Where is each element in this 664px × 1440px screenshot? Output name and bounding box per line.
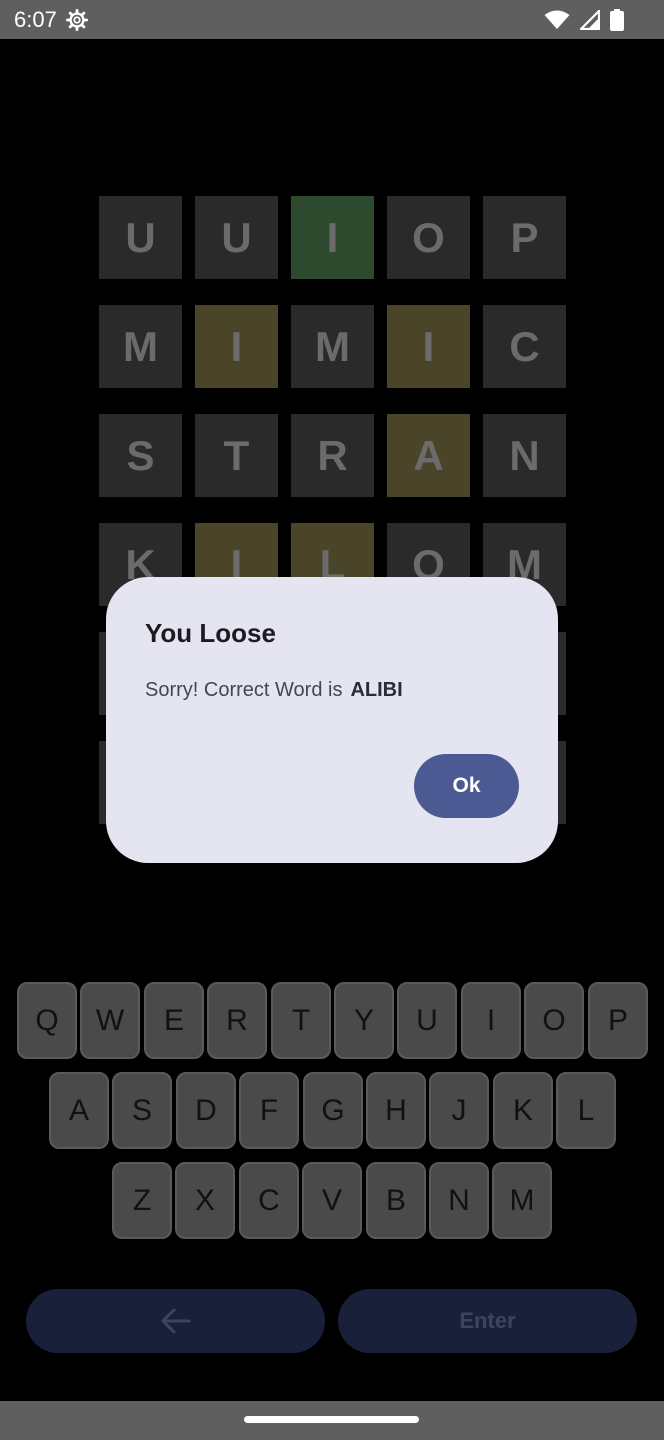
- letter-tile: R: [291, 414, 374, 497]
- key-a[interactable]: A: [49, 1072, 109, 1149]
- letter-tile: C: [483, 305, 566, 388]
- key-u[interactable]: U: [397, 982, 457, 1059]
- key-q[interactable]: Q: [17, 982, 77, 1059]
- letter-tile: M: [291, 305, 374, 388]
- correct-word: ALIBI: [350, 679, 403, 701]
- letter-tile: O: [387, 196, 470, 279]
- letter-tile: M: [99, 305, 182, 388]
- key-i[interactable]: I: [461, 982, 521, 1059]
- letter-tile: T: [195, 414, 278, 497]
- letter-tile: S: [99, 414, 182, 497]
- backspace-button[interactable]: [26, 1289, 325, 1353]
- key-v[interactable]: V: [302, 1162, 362, 1239]
- key-f[interactable]: F: [239, 1072, 299, 1149]
- home-gesture-handle[interactable]: [244, 1416, 419, 1423]
- key-g[interactable]: G: [303, 1072, 363, 1149]
- letter-tile: I: [387, 305, 470, 388]
- key-k[interactable]: K: [493, 1072, 553, 1149]
- key-s[interactable]: S: [112, 1072, 172, 1149]
- key-z[interactable]: Z: [112, 1162, 172, 1239]
- key-m[interactable]: M: [492, 1162, 552, 1239]
- enter-button[interactable]: Enter: [338, 1289, 637, 1353]
- key-p[interactable]: P: [588, 982, 648, 1059]
- key-w[interactable]: W: [80, 982, 140, 1059]
- key-b[interactable]: B: [366, 1162, 426, 1239]
- key-r[interactable]: R: [207, 982, 267, 1059]
- dialog-title: You Loose: [145, 618, 276, 648]
- key-x[interactable]: X: [175, 1162, 235, 1239]
- letter-tile: P: [483, 196, 566, 279]
- key-d[interactable]: D: [176, 1072, 236, 1149]
- key-n[interactable]: N: [429, 1162, 489, 1239]
- letter-tile: I: [291, 196, 374, 279]
- game-over-dialog: You Loose Sorry! Correct Word is ALIBI O…: [106, 577, 558, 863]
- letter-tile: I: [195, 305, 278, 388]
- dialog-message-text: Sorry! Correct Word is: [145, 679, 343, 701]
- letter-tile: U: [99, 196, 182, 279]
- key-t[interactable]: T: [271, 982, 331, 1059]
- key-l[interactable]: L: [556, 1072, 616, 1149]
- key-j[interactable]: J: [429, 1072, 489, 1149]
- dialog-message: Sorry! Correct Word is ALIBI: [145, 679, 403, 702]
- key-o[interactable]: O: [524, 982, 584, 1059]
- key-h[interactable]: H: [366, 1072, 426, 1149]
- letter-tile: U: [195, 196, 278, 279]
- ok-button[interactable]: Ok: [414, 754, 519, 818]
- key-c[interactable]: C: [239, 1162, 299, 1239]
- key-e[interactable]: E: [144, 982, 204, 1059]
- key-y[interactable]: Y: [334, 982, 394, 1059]
- arrow-left-icon: [161, 1308, 190, 1334]
- letter-tile: N: [483, 414, 566, 497]
- letter-tile: A: [387, 414, 470, 497]
